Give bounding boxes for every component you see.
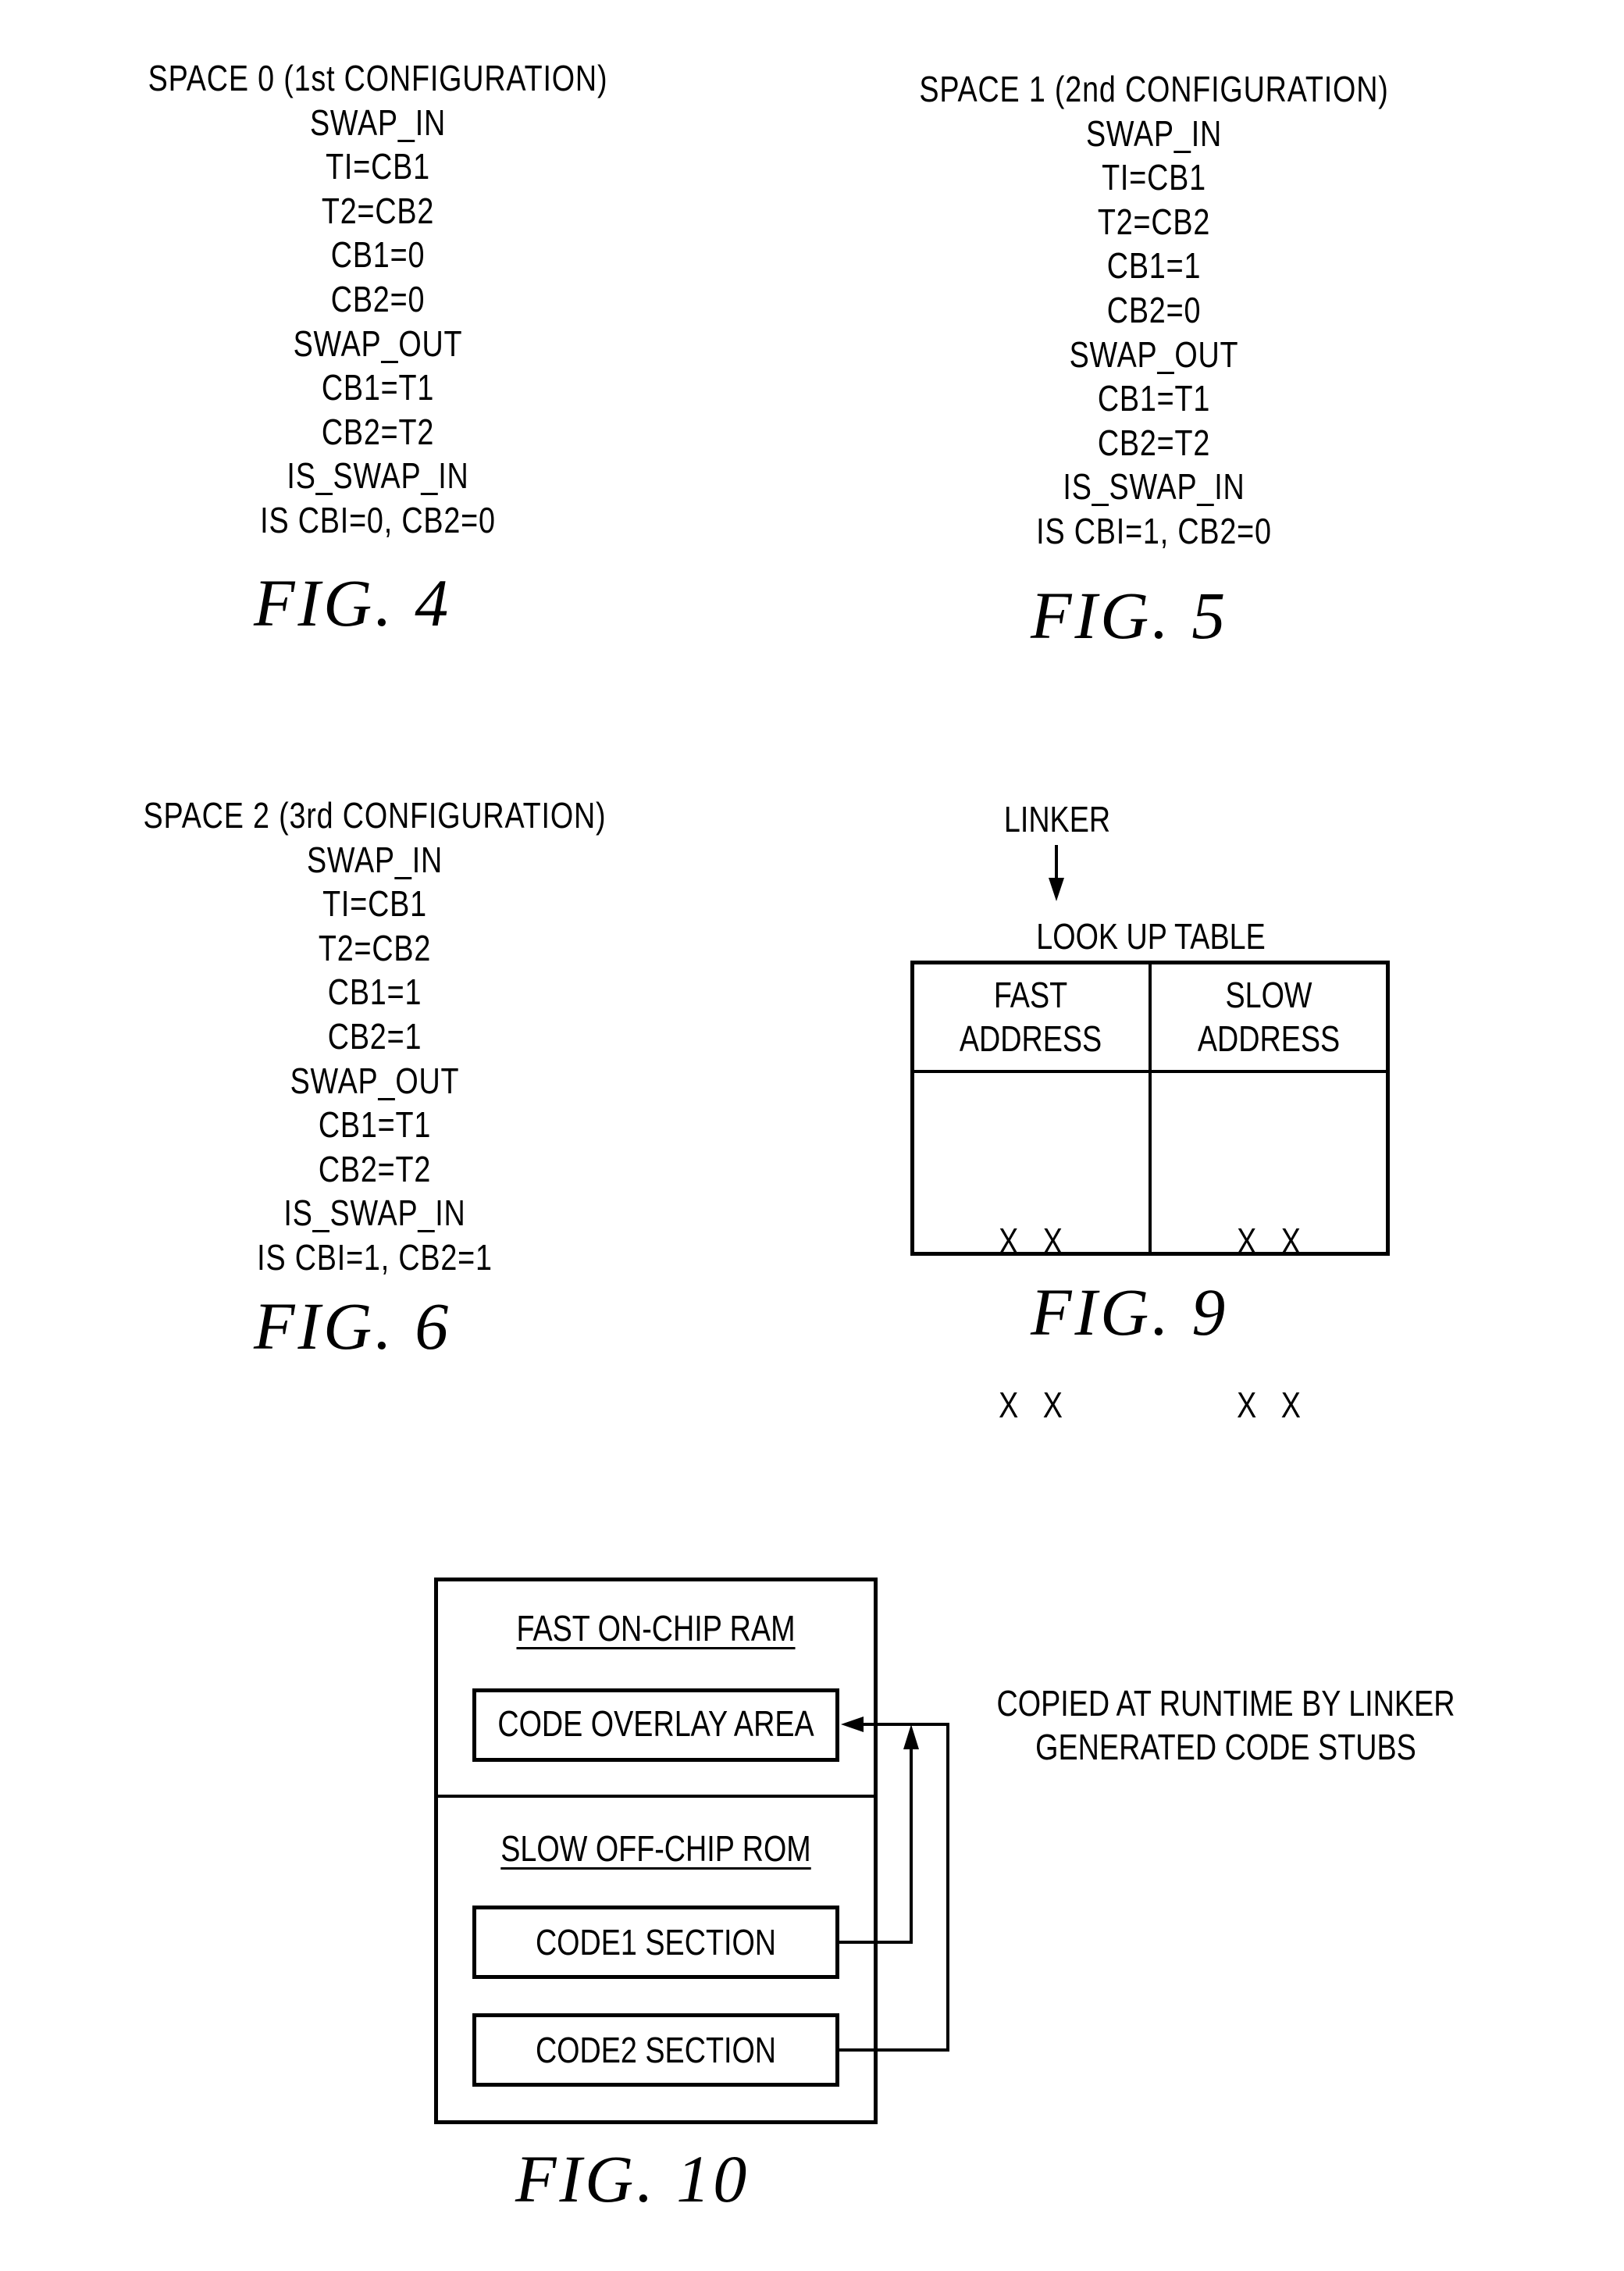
code1-label: CODE1 SECTION	[535, 1922, 777, 1963]
ram-title: FAST ON-CHIP RAM	[516, 1608, 796, 1649]
slow-address-header: SLOW ADDRESS	[1197, 975, 1341, 1059]
fig5-line: SPACE 1 (2nd CONFIGURATION)	[919, 69, 1389, 109]
code2-label: CODE2 SECTION	[535, 2030, 777, 2070]
linker-arrow-head	[1049, 878, 1064, 901]
fast-address-header: FAST ADDRESS	[959, 975, 1102, 1059]
table-cell: X X	[1237, 1221, 1301, 1261]
ram-rom-divider	[434, 1795, 878, 1798]
fig6-line: SWAP_OUT	[290, 1060, 460, 1101]
fig5-line: CB1=1	[1106, 245, 1202, 287]
fig4-line: CB2=T2	[321, 411, 435, 452]
fig6-listing: SPACE 2 (3rd CONFIGURATION) SWAP_IN TI=C…	[62, 793, 687, 1280]
fig4-line: SWAP_IN	[309, 102, 447, 143]
code1-arrow-head	[903, 1724, 919, 1749]
fig6-line: IS_SWAP_IN	[283, 1193, 466, 1234]
fig6-line: IS CBI=1, CB2=1	[257, 1236, 493, 1278]
fig4-line: SWAP_OUT	[293, 323, 463, 364]
fig5-line: T2=CB2	[1097, 201, 1211, 242]
lookup-column-divider	[1149, 961, 1152, 1256]
fig4-line: IS CBI=0, CB2=0	[260, 499, 496, 540]
table-cell: X X	[999, 1221, 1063, 1261]
fig6-line: TI=CB1	[322, 883, 427, 925]
fig6-line: CB2=1	[327, 1015, 422, 1057]
fig4-line: CB1=T1	[321, 367, 435, 408]
fig6-line: SPACE 2 (3rd CONFIGURATION)	[143, 795, 607, 836]
fig4-listing: SPACE 0 (1st CONFIGURATION) SWAP_IN TI=C…	[66, 56, 690, 543]
fig9-caption: FIG. 9	[1031, 1275, 1229, 1349]
fig5-line: SWAP_OUT	[1069, 333, 1239, 375]
fig4-line: IS_SWAP_IN	[287, 455, 469, 497]
copy-note-line2: GENERATED CODE STUBS	[1035, 1727, 1416, 1767]
fig5-line: CB2=T2	[1097, 422, 1211, 463]
fig5-caption: FIG. 5	[1031, 578, 1229, 653]
fig4-caption: FIG. 4	[254, 565, 452, 640]
copy-note-line1: COPIED AT RUNTIME BY LINKER	[996, 1683, 1455, 1724]
fig4-line: TI=CB1	[326, 146, 430, 187]
fig6-caption: FIG. 6	[254, 1289, 452, 1364]
lookup-table-title: LOOK UP TABLE	[1036, 916, 1266, 957]
fig6-line: CB1=T1	[318, 1104, 432, 1146]
fig5-line: IS_SWAP_IN	[1063, 466, 1245, 508]
fig5-line: TI=CB1	[1102, 157, 1206, 198]
fig5-line: CB1=T1	[1097, 378, 1211, 419]
code-overlay-label: CODE OVERLAY AREA	[497, 1703, 814, 1744]
rom-title: SLOW OFF-CHIP ROM	[500, 1828, 811, 1869]
fig6-line: CB1=1	[327, 972, 422, 1013]
fig4-line: T2=CB2	[321, 190, 435, 231]
fig6-line: CB2=T2	[318, 1148, 432, 1189]
fig5-line: SWAP_IN	[1085, 112, 1223, 154]
fig5-listing: SPACE 1 (2nd CONFIGURATION) SWAP_IN TI=C…	[842, 67, 1466, 554]
fig4-line: SPACE 0 (1st CONFIGURATION)	[148, 58, 608, 98]
table-cell: X X	[1237, 1385, 1301, 1425]
fig6-line: SWAP_IN	[306, 839, 443, 880]
fig5-line: CB2=0	[1106, 289, 1202, 330]
table-cell: X X	[999, 1385, 1063, 1425]
fig4-line: CB1=0	[330, 234, 426, 276]
linker-label: LINKER	[1003, 799, 1111, 840]
fig6-line: T2=CB2	[318, 927, 432, 968]
fig4-line: CB2=0	[330, 278, 426, 319]
fig10-caption: FIG. 10	[515, 2141, 750, 2216]
fig5-line: IS CBI=1, CB2=0	[1036, 510, 1272, 551]
